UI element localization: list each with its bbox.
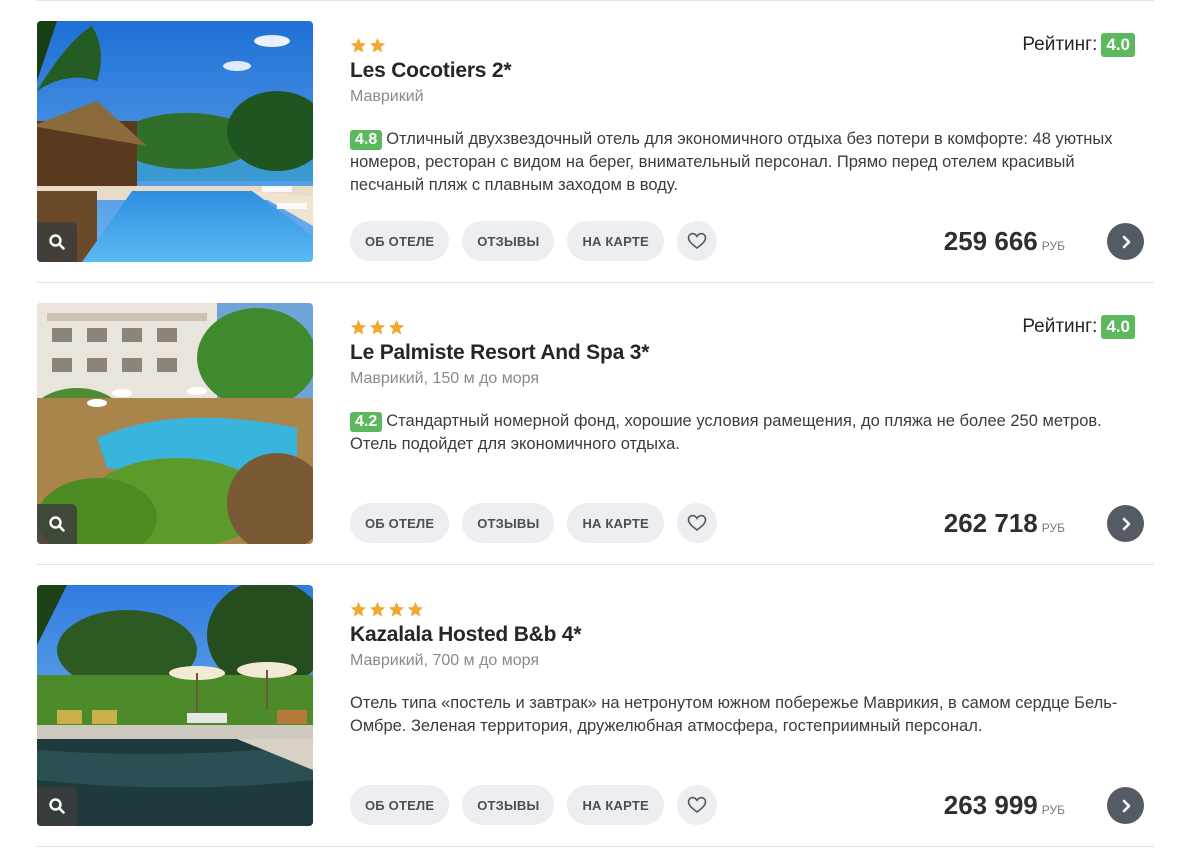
hotel-card: Les Cocotiers 2* Маврикий Рейтинг: 4.0 4… xyxy=(0,21,1200,262)
description-text: Стандартный номерной фонд, хорошие услов… xyxy=(350,412,1102,453)
hotel-photo[interactable] xyxy=(37,303,313,544)
favorite-button[interactable] xyxy=(676,221,717,261)
heart-icon xyxy=(687,232,707,250)
reviews-button[interactable]: ОТЗЫВЫ xyxy=(462,785,555,825)
hotel-rating: Рейтинг: 4.0 xyxy=(1022,33,1135,57)
star-icon xyxy=(388,601,405,617)
search-icon xyxy=(49,516,65,532)
price-currency: РУБ xyxy=(1041,239,1065,253)
card-actions: ОБ ОТЕЛЕ ОТЗЫВЫ НА КАРТЕ xyxy=(350,785,717,825)
zoom-button[interactable] xyxy=(37,786,77,826)
hotel-photo[interactable] xyxy=(37,585,313,826)
price-value: 259 666 xyxy=(943,226,1038,256)
map-button[interactable]: НА КАРТЕ xyxy=(567,785,664,825)
heart-icon xyxy=(687,796,707,814)
review-score-badge: 4.8 xyxy=(350,130,383,150)
open-hotel-button[interactable] xyxy=(1107,787,1144,824)
star-icon xyxy=(350,319,367,335)
star-icon xyxy=(369,601,386,617)
hotel-card: Le Palmiste Resort And Spa 3* Маврикий, … xyxy=(0,303,1200,544)
hotel-photo[interactable] xyxy=(37,21,313,262)
hotel-card: Kazalala Hosted B&b 4* Маврикий, 700 м д… xyxy=(0,585,1200,826)
chevron-right-icon xyxy=(1122,799,1130,812)
price-value: 263 999 xyxy=(943,790,1038,820)
hotel-price: 263 999 РУБ xyxy=(944,790,1065,821)
description-text: Отличный двухзвездочный отель для эконом… xyxy=(350,130,1113,194)
star-rating xyxy=(350,601,424,618)
hotel-name[interactable]: Les Cocotiers 2* xyxy=(350,59,512,83)
divider xyxy=(37,846,1154,847)
search-icon xyxy=(49,234,65,250)
reviews-button[interactable]: ОТЗЫВЫ xyxy=(462,221,555,261)
hotel-list: Les Cocotiers 2* Маврикий Рейтинг: 4.0 4… xyxy=(0,0,1200,849)
hotel-description: 4.8 Отличный двухзвездочный отель для эко… xyxy=(350,128,1150,197)
about-hotel-button[interactable]: ОБ ОТЕЛЕ xyxy=(350,503,450,543)
star-rating xyxy=(350,37,386,54)
price-currency: РУБ xyxy=(1041,521,1065,535)
price-value: 262 718 xyxy=(943,508,1038,538)
search-icon xyxy=(49,798,65,814)
review-score-badge: 4.2 xyxy=(350,412,383,432)
hotel-description: 4.2 Стандартный номерной фонд, хорошие ус… xyxy=(350,410,1150,456)
reviews-button[interactable]: ОТЗЫВЫ xyxy=(462,503,555,543)
hotel-name[interactable]: Kazalala Hosted B&b 4* xyxy=(350,623,582,647)
favorite-button[interactable] xyxy=(676,503,717,543)
hotel-name[interactable]: Le Palmiste Resort And Spa 3* xyxy=(350,341,649,365)
star-icon xyxy=(350,601,367,617)
chevron-right-icon xyxy=(1122,235,1130,248)
heart-icon xyxy=(687,514,707,532)
divider xyxy=(37,282,1154,283)
star-icon xyxy=(369,37,386,53)
about-hotel-button[interactable]: ОБ ОТЕЛЕ xyxy=(350,221,450,261)
star-icon xyxy=(388,319,405,335)
rating-label: Рейтинг: xyxy=(1022,34,1098,55)
hotel-location: Маврикий, 700 м до моря xyxy=(350,652,540,669)
map-button[interactable]: НА КАРТЕ xyxy=(567,503,664,543)
map-button[interactable]: НА КАРТЕ xyxy=(567,221,664,261)
divider xyxy=(37,564,1154,565)
hotel-location: Маврикий, 150 м до моря xyxy=(350,370,540,387)
open-hotel-button[interactable] xyxy=(1107,223,1144,260)
hotel-price: 259 666 РУБ xyxy=(944,226,1065,257)
zoom-button[interactable] xyxy=(37,504,77,544)
price-currency: РУБ xyxy=(1041,803,1065,817)
star-icon xyxy=(407,601,424,617)
hotel-description: Отель типа «постель и завтрак» на нетрон… xyxy=(350,692,1150,738)
star-rating xyxy=(350,319,405,336)
hotel-price: 262 718 РУБ xyxy=(944,508,1065,539)
zoom-button[interactable] xyxy=(37,222,77,262)
about-hotel-button[interactable]: ОБ ОТЕЛЕ xyxy=(350,785,450,825)
divider xyxy=(37,0,1154,1)
rating-badge: 4.0 xyxy=(1101,315,1135,339)
rating-label: Рейтинг: xyxy=(1022,316,1098,337)
chevron-right-icon xyxy=(1122,517,1130,530)
description-text: Отель типа «постель и завтрак» на нетрон… xyxy=(350,694,1118,735)
open-hotel-button[interactable] xyxy=(1107,505,1144,542)
hotel-location: Маврикий xyxy=(350,88,424,105)
favorite-button[interactable] xyxy=(676,785,717,825)
star-icon xyxy=(350,37,367,53)
card-actions: ОБ ОТЕЛЕ ОТЗЫВЫ НА КАРТЕ xyxy=(350,221,717,261)
card-actions: ОБ ОТЕЛЕ ОТЗЫВЫ НА КАРТЕ xyxy=(350,503,717,543)
rating-badge: 4.0 xyxy=(1101,33,1135,57)
hotel-rating: Рейтинг: 4.0 xyxy=(1022,315,1135,339)
star-icon xyxy=(369,319,386,335)
